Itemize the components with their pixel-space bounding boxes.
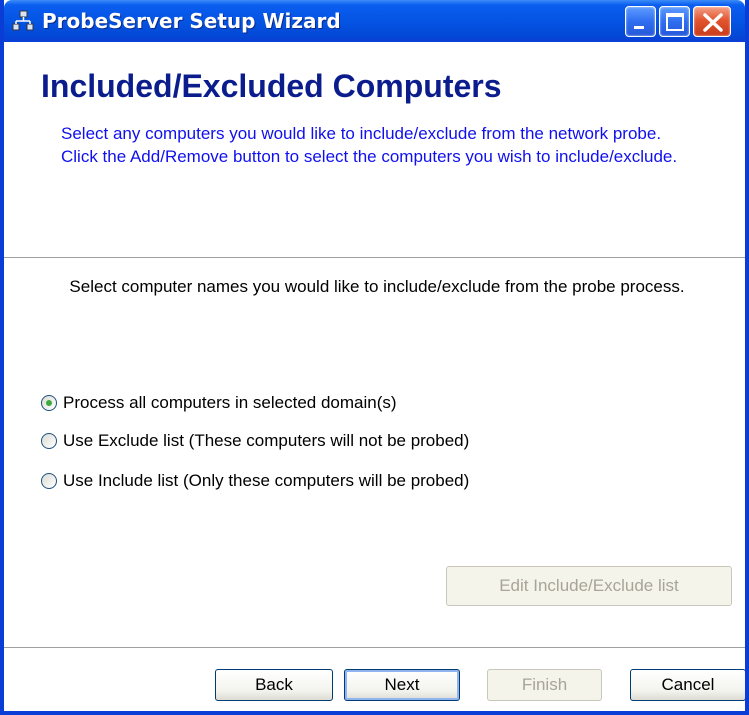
option-include-list[interactable]: Use Include list (Only these computers w… (41, 470, 469, 492)
window-title: ProbeServer Setup Wizard (42, 9, 341, 33)
minimize-button[interactable] (625, 6, 656, 37)
page-description: Select any computers you would like to i… (61, 124, 678, 166)
back-button[interactable]: Back (215, 669, 333, 701)
option-label: Use Exclude list (These computers will n… (63, 431, 470, 450)
next-button[interactable]: Next (344, 669, 460, 701)
option-process-all[interactable]: Process all computers in selected domain… (41, 392, 397, 414)
radio-button-selected[interactable] (41, 395, 57, 411)
option-label: Process all computers in selected domain… (63, 393, 397, 412)
instructions-text: Select computer names you would like to … (69, 277, 685, 296)
header-divider (4, 257, 745, 259)
page-title: Included/Excluded Computers (41, 68, 502, 104)
option-label: Use Include list (Only these computers w… (63, 471, 470, 490)
finish-button[interactable]: Finish (487, 669, 602, 701)
title-bar[interactable]: ProbeServer Setup Wizard (4, 0, 745, 42)
footer-divider (4, 647, 745, 649)
minimize-icon (634, 26, 644, 29)
wizard-window: ProbeServer Setup Wizard Included/Exclud… (0, 0, 749, 715)
option-exclude-list[interactable]: Use Exclude list (These computers will n… (41, 430, 469, 452)
cancel-button[interactable]: Cancel (630, 669, 745, 701)
radio-button[interactable] (41, 433, 57, 449)
network-icon (12, 10, 34, 32)
radio-button[interactable] (41, 473, 57, 489)
maximize-button[interactable] (659, 6, 690, 37)
close-icon (703, 13, 723, 32)
maximize-icon (666, 13, 684, 31)
close-button[interactable] (693, 6, 731, 37)
edit-include-exclude-button[interactable]: Edit Include/Exclude list (446, 566, 732, 606)
